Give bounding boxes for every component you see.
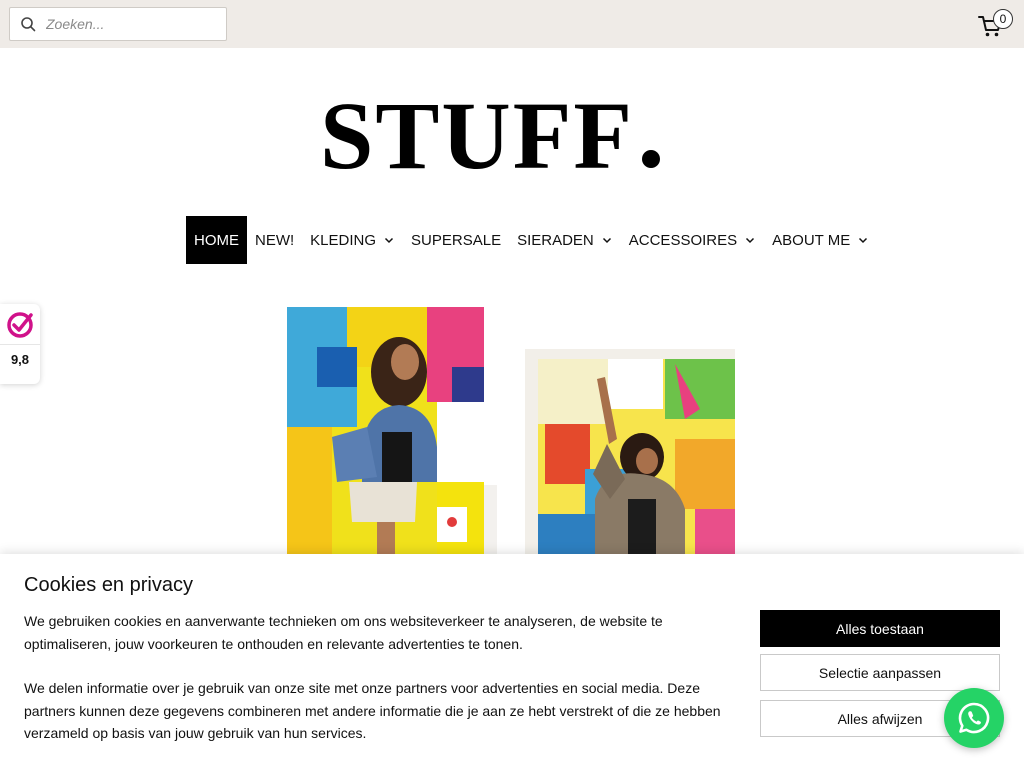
hero-banner (0, 296, 1024, 556)
cookie-paragraph: We gebruiken cookies en aanverwante tech… (24, 613, 663, 652)
nav-item-label: NEW! (255, 231, 295, 249)
nav-item-about-me[interactable]: ABOUT ME (764, 216, 877, 264)
nav-item-sieraden[interactable]: SIERADEN (509, 216, 621, 264)
hero-photo-right[interactable] (525, 349, 735, 556)
cart-count-badge: 0 (993, 9, 1013, 29)
nav-item-label: SIERADEN (517, 231, 594, 249)
nav-item-kleding[interactable]: KLEDING (302, 216, 403, 264)
logo-dot (642, 150, 661, 168)
adjust-selection-button[interactable]: Selectie aanpassen (760, 654, 1000, 691)
main-navigation: HOME NEW! KLEDING SUPERSALE SIERADEN ACC… (186, 216, 877, 264)
nav-item-label: ABOUT ME (772, 231, 851, 249)
search-icon[interactable] (10, 8, 46, 40)
nav-item-supersale[interactable]: SUPERSALE (403, 216, 509, 264)
nav-item-new[interactable]: NEW! (247, 216, 302, 264)
accept-all-button[interactable]: Alles toestaan (760, 610, 1000, 647)
cart-button[interactable]: 0 (975, 9, 1015, 41)
chevron-down-icon (857, 234, 869, 246)
search-input[interactable] (46, 16, 216, 32)
cookie-title: Cookies en privacy (24, 574, 193, 596)
logo-text: STUFF (320, 82, 635, 189)
cookie-paragraph: We delen informatie over je gebruik van … (24, 680, 721, 741)
nav-item-home[interactable]: HOME (186, 216, 247, 264)
nav-item-label: HOME (194, 231, 239, 249)
top-bar: 0 (0, 0, 1024, 48)
hero-photo-left[interactable] (287, 307, 497, 556)
site-logo[interactable]: STUFF (320, 82, 704, 189)
nav-item-label: SUPERSALE (411, 231, 502, 249)
whatsapp-icon (958, 702, 990, 734)
nav-item-label: ACCESSOIRES (628, 231, 738, 249)
nav-item-accessoires[interactable]: ACCESSOIRES (621, 216, 764, 264)
chevron-down-icon (383, 234, 395, 246)
cookie-consent-banner: Cookies en privacy We gebruiken cookies … (0, 554, 1024, 768)
whatsapp-button[interactable] (944, 688, 1004, 748)
chevron-down-icon (744, 234, 756, 246)
chevron-down-icon (601, 234, 613, 246)
search-box[interactable] (9, 7, 227, 41)
nav-item-label: KLEDING (310, 231, 377, 249)
